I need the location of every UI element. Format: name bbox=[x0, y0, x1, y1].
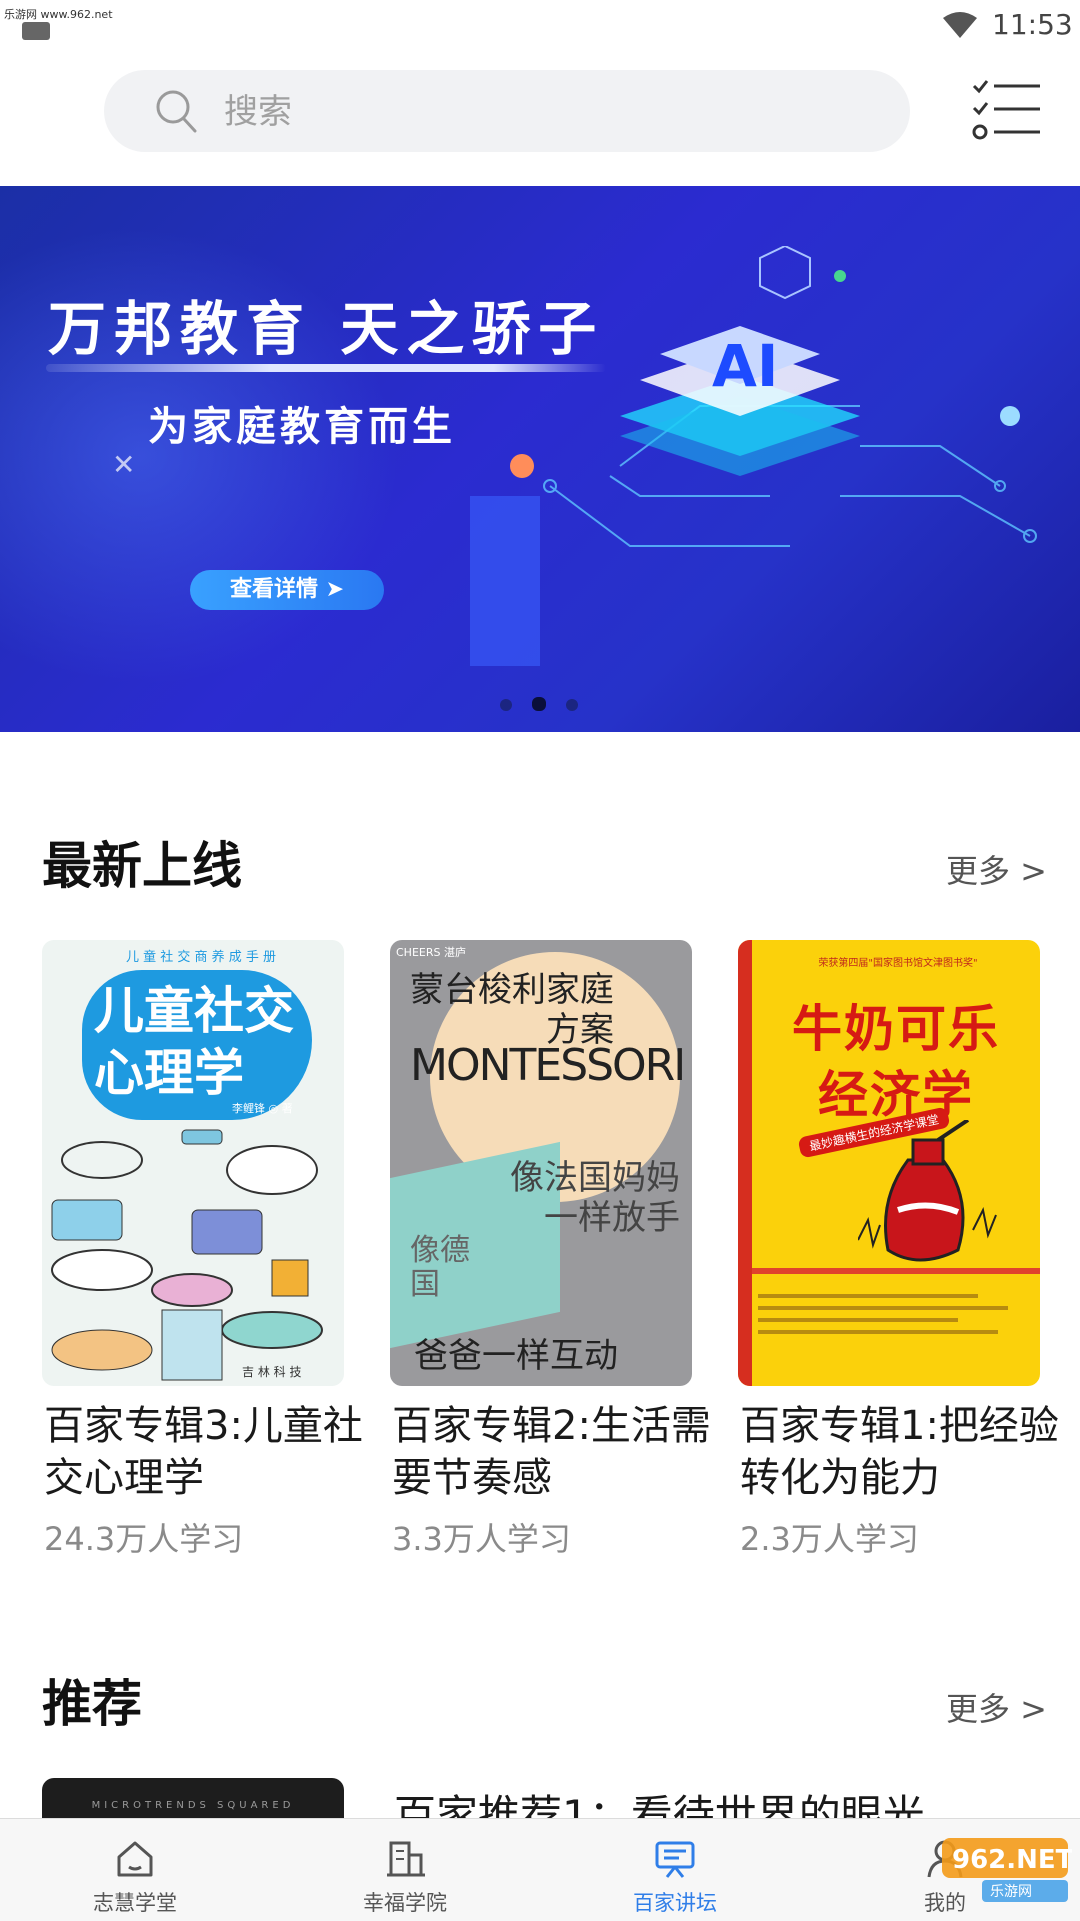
building-icon bbox=[387, 1841, 425, 1877]
site-watermark-logo: 962.NET 乐游网 bbox=[942, 1838, 1072, 1902]
cover-line-5: 爸爸一样互动 bbox=[414, 1336, 618, 1376]
card-title: 百家专辑3:儿童社交心理学 bbox=[44, 1403, 363, 1501]
banner-dot[interactable] bbox=[500, 699, 512, 711]
ai-chip-illustration: AI bbox=[470, 246, 1037, 666]
nav-tab-zhihui[interactable]: 志慧学堂 bbox=[0, 1819, 270, 1921]
view-details-button[interactable]: 查看详情 ➤ bbox=[190, 570, 384, 610]
nav-label: 幸福学院 bbox=[363, 1891, 447, 1915]
banner-dot[interactable] bbox=[566, 699, 578, 711]
banner-ai-label: AI bbox=[712, 332, 778, 400]
recommend-cover-text: MICROTRENDS SQUARED bbox=[91, 1800, 295, 1811]
wifi-icon bbox=[943, 12, 977, 38]
svg-text:乐游网: 乐游网 bbox=[990, 1884, 1032, 1900]
bottom-navigation: 志慧学堂 幸福学院 百家讲坛 我的 bbox=[0, 1818, 1080, 1921]
cover-top-line: 儿 童 社 交 商 养 成 手 册 bbox=[126, 950, 277, 965]
search-bar[interactable] bbox=[104, 70, 910, 154]
nav-label: 志慧学堂 bbox=[93, 1891, 177, 1915]
cover-heading: 儿童社交心理学 bbox=[94, 982, 294, 1102]
svg-text:962.NET: 962.NET bbox=[952, 1845, 1072, 1875]
latest-more-link[interactable]: 更多 > bbox=[946, 846, 1047, 892]
cover-line-4: 像德国 bbox=[410, 1233, 470, 1302]
svg-text:吉 林 科 技: 吉 林 科 技 bbox=[242, 1365, 301, 1379]
banner-cross-decoration: ✕ bbox=[112, 448, 136, 481]
promo-banner[interactable]: 万邦教育 天之骄子 为家庭教育而生 ✕ 查看详情 ➤ AI bbox=[0, 186, 1080, 732]
watermark: 乐游网 www.962.net bbox=[4, 8, 113, 21]
learner-count: 3.3万人学习 bbox=[392, 1520, 571, 1558]
lecture-board-icon bbox=[655, 1841, 695, 1878]
book-cover: 儿 童 社 交 商 养 成 手 册 儿童社交心理学 李鲤锋 ◎ 著 吉 林 科 … bbox=[42, 940, 344, 1386]
cover-award-line: 荣获第四届"国家图书馆文津图书奖" bbox=[818, 958, 978, 969]
learner-count: 24.3万人学习 bbox=[44, 1520, 244, 1558]
cover-stripe bbox=[752, 1268, 1040, 1274]
cover-spine-bar bbox=[738, 940, 752, 1386]
clock: 11:53 bbox=[992, 8, 1073, 41]
cover-line-3: 像法国妈妈一样放手 bbox=[510, 1158, 680, 1238]
cover-publisher: CHEERS 湛庐 bbox=[396, 946, 466, 959]
search-input[interactable] bbox=[222, 70, 866, 154]
book-cover: 荣获第四届"国家图书馆文津图书奖" 牛奶可乐经济学 最妙趣横生的经济学课堂 bbox=[738, 940, 1040, 1386]
banner-dot-active[interactable] bbox=[532, 697, 546, 711]
search-icon bbox=[156, 90, 197, 133]
checklist-menu-icon[interactable] bbox=[970, 78, 1042, 140]
home-icon bbox=[117, 1841, 153, 1877]
recommend-more-link[interactable]: 更多 > bbox=[946, 1684, 1047, 1730]
cover-bullet-text bbox=[758, 1286, 1028, 1366]
latest-section-title: 最新上线 bbox=[42, 837, 242, 895]
cover-english-title: MONTESSORI AT HOME bbox=[410, 1040, 692, 1091]
book-cover: CHEERS 湛庐 蒙台梭利家庭 方案 MONTESSORI AT HOME 像… bbox=[390, 940, 692, 1386]
cover-author: 李鲤锋 ◎ 著 bbox=[232, 1102, 293, 1115]
recommend-section-title: 推荐 bbox=[42, 1675, 142, 1733]
cola-bottle-illustration bbox=[858, 1120, 997, 1262]
nav-tab-baijia[interactable]: 百家讲坛 bbox=[540, 1819, 810, 1921]
banner-pagination bbox=[500, 696, 598, 715]
status-bar: 乐游网 www.962.net 11:53 bbox=[0, 0, 1080, 50]
notification-icon bbox=[22, 22, 50, 40]
dog-doodles-illustration: 吉 林 科 技 bbox=[51, 1129, 323, 1381]
banner-subtitle: 为家庭教育而生 bbox=[148, 404, 456, 450]
card-title: 百家专辑2:生活需要节奏感 bbox=[392, 1403, 711, 1501]
nav-tab-xingfu[interactable]: 幸福学院 bbox=[270, 1819, 540, 1921]
card-title: 百家专辑1:把经验转化为能力 bbox=[740, 1403, 1059, 1501]
learner-count: 2.3万人学习 bbox=[740, 1520, 919, 1558]
nav-label: 百家讲坛 bbox=[633, 1891, 717, 1915]
cover-heading: 牛奶可乐经济学 bbox=[792, 1000, 1000, 1124]
